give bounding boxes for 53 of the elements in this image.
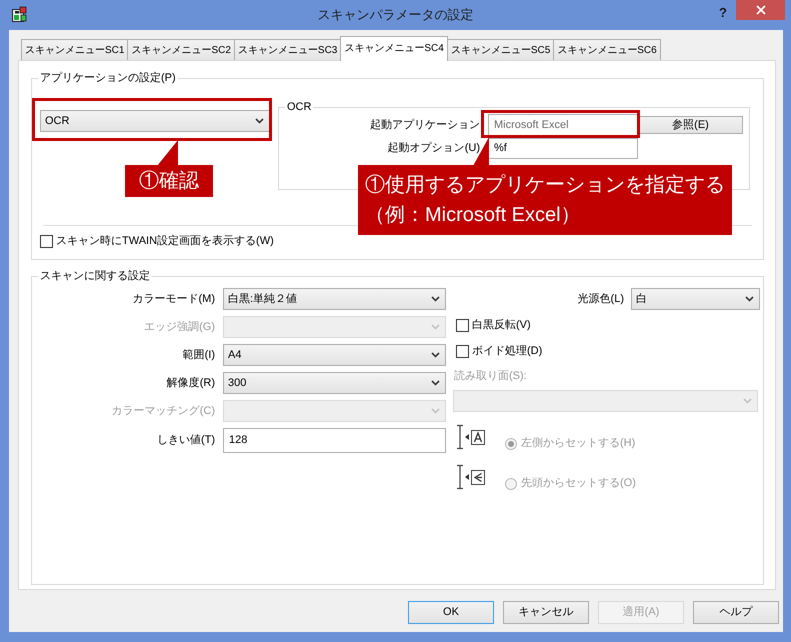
field-label: 起動アプリケーション (369, 118, 480, 133)
tab[interactable]: スキャンメニューSC1 (21, 39, 128, 60)
dropdown[interactable]: 白 (631, 288, 760, 310)
chevron-down-icon (431, 296, 440, 302)
window-title: スキャンパラメータの設定 (318, 6, 474, 23)
field-label: しきい値(T) (156, 433, 215, 448)
chevron-down-icon (745, 296, 754, 302)
dialog-button[interactable]: キャンセル (503, 601, 589, 624)
chevron-down-icon (431, 324, 440, 330)
close-button[interactable] (736, 0, 785, 20)
app-icon (11, 6, 28, 23)
chevron-down-icon (255, 118, 264, 124)
group-label: OCR (286, 100, 312, 114)
tab[interactable]: スキャンメニューSC4 (340, 36, 448, 61)
help-button[interactable]: ? (719, 6, 727, 20)
text-field[interactable]: %f (488, 138, 638, 159)
checkbox[interactable] (456, 318, 469, 332)
field-label: 読み取り面(S): (454, 369, 527, 384)
tab[interactable]: スキャンメニューSC3 (234, 39, 342, 60)
field-label: エッジ強調(G) (143, 320, 215, 335)
field-label: 光源色(L) (578, 292, 624, 307)
chevron-down-icon (431, 380, 440, 386)
checkbox[interactable] (40, 235, 53, 248)
tab[interactable]: スキャンメニューSC6 (553, 39, 661, 60)
field-label: カラーモード(M) (132, 292, 215, 307)
dialog-button[interactable]: OK (408, 601, 494, 624)
chevron-down-icon (431, 408, 440, 414)
chevron-down-icon (743, 398, 752, 404)
field-label: 起動オプション(U) (386, 140, 480, 156)
callout-text: ①使用するアプリケーションを指定する (365, 173, 725, 198)
checkbox[interactable] (456, 344, 469, 358)
text-field[interactable]: 128 (223, 428, 446, 453)
dropdown[interactable]: A4 (223, 344, 446, 366)
callout-text: ①確認 (139, 169, 199, 194)
checkbox-label[interactable]: スキャン時にTWAIN設定画面を表示する(W) (56, 233, 274, 250)
dialog-button[interactable]: ヘルプ (693, 601, 779, 624)
checkbox-label[interactable]: ボイド処理(D) (472, 342, 542, 360)
close-icon (756, 5, 766, 15)
field-label: 解像度(R) (166, 376, 215, 391)
group-label: アプリケーションの設定(P) (39, 71, 177, 85)
group-label: スキャンに関する設定 (39, 269, 151, 283)
tab[interactable]: スキャンメニューSC2 (127, 39, 235, 60)
checkbox-label[interactable]: 白黒反転(V) (472, 316, 531, 334)
text-field[interactable]: Microsoft Excel (488, 114, 638, 136)
chevron-down-icon (431, 352, 440, 358)
tab[interactable]: スキャンメニューSC5 (446, 39, 554, 60)
callout-text: （例：Microsoft Excel） (365, 203, 582, 228)
browse-button[interactable]: 参照(E) (638, 116, 743, 134)
dropdown[interactable]: 300 (223, 372, 446, 394)
dropdown[interactable]: 白黒:単純２値 (223, 288, 446, 310)
field-label: カラーマッチング(C) (110, 404, 215, 419)
dropdown[interactable]: OCR (40, 110, 270, 132)
field-label: 範囲(I) (182, 348, 215, 363)
